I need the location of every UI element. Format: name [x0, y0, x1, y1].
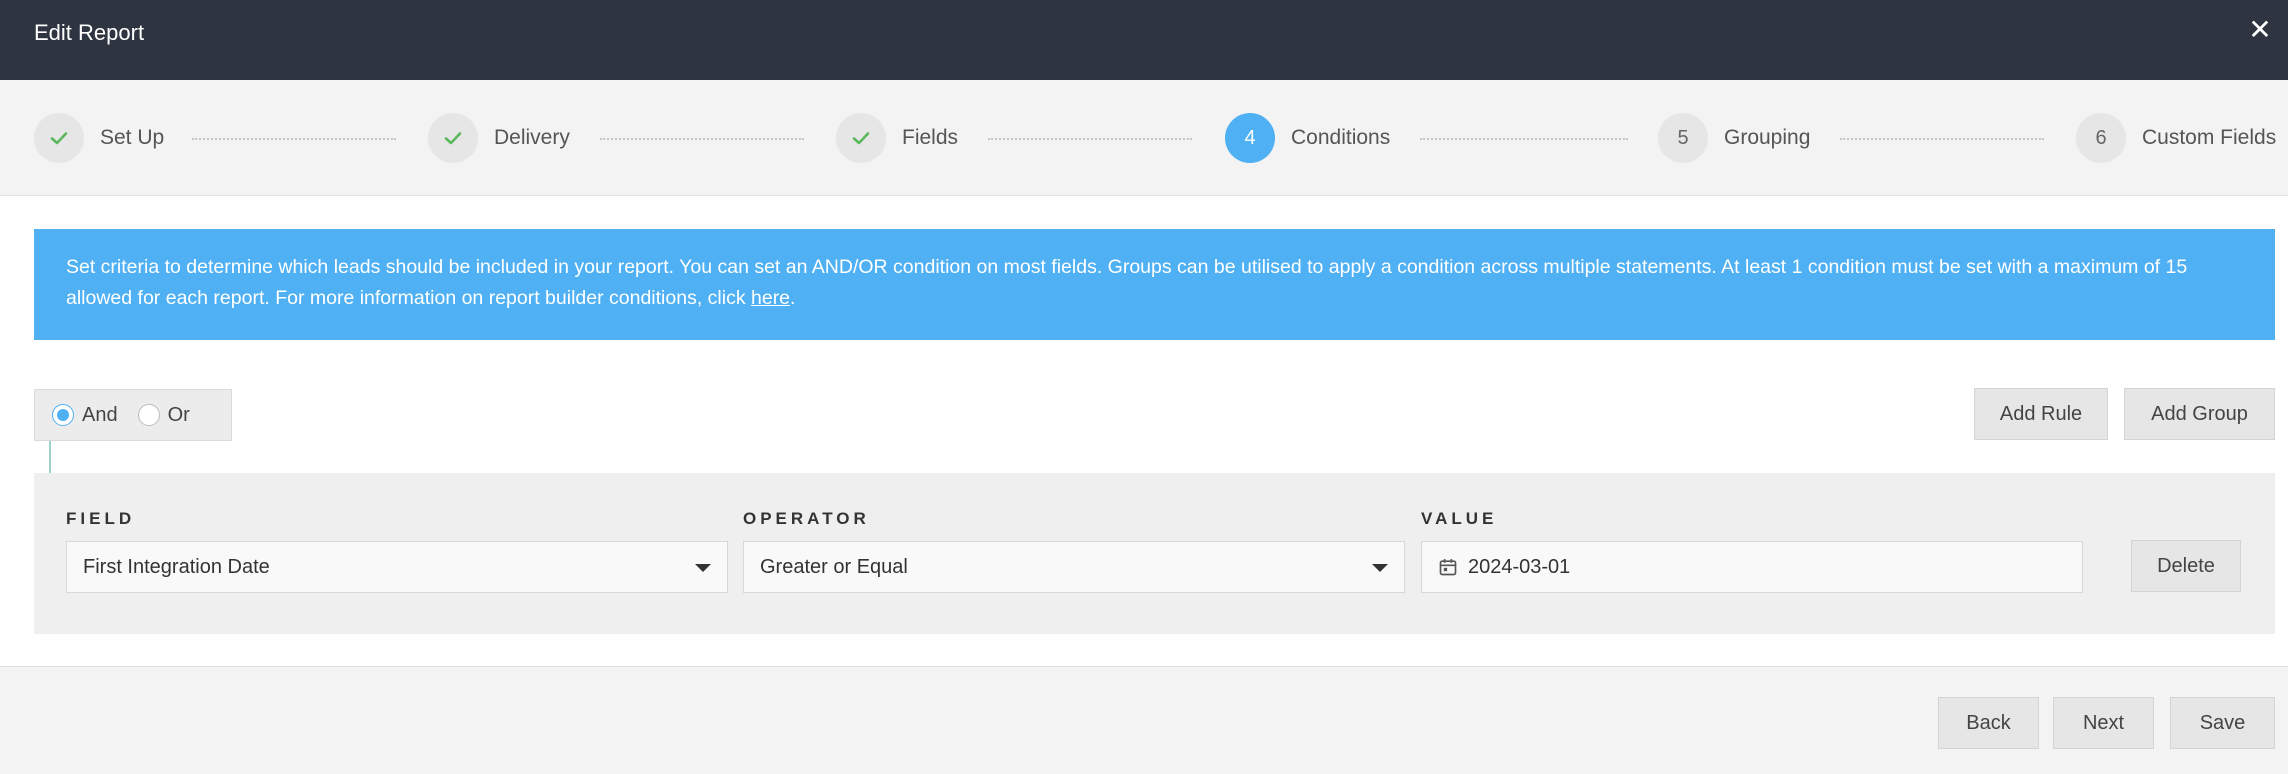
step-custom-fields[interactable]: 6 Custom Fields [2076, 113, 2276, 163]
check-icon [428, 113, 478, 163]
step-label: Fields [902, 126, 959, 149]
edit-report-modal: Edit Report ✕ Set Up Delivery Fields 4 C… [0, 0, 2288, 774]
wizard-stepper: Set Up Delivery Fields 4 Conditions 5 Gr… [0, 80, 2288, 196]
date-input[interactable]: 2024-03-01 [1421, 541, 2083, 593]
and-label: And [82, 403, 118, 426]
step-fields[interactable]: Fields [836, 113, 958, 163]
rule-row: FIELD First Integration Date OPERATOR Gr… [34, 473, 2275, 634]
step-conditions[interactable]: 4 Conditions [1225, 113, 1390, 163]
help-link[interactable]: here [751, 287, 790, 309]
and-or-toggle: And Or [34, 389, 232, 441]
value-label: VALUE [1421, 509, 1498, 528]
step-label: Custom Fields [2142, 126, 2277, 149]
modal-header: Edit Report ✕ [0, 0, 2288, 80]
operator-select[interactable]: Greater or Equal [743, 541, 1405, 593]
field-value: First Integration Date [83, 555, 270, 578]
step-set-up[interactable]: Set Up [34, 113, 164, 163]
step-number: 4 [1225, 113, 1275, 163]
info-text: Set criteria to determine which leads sh… [66, 256, 2188, 309]
calendar-icon [1439, 559, 1457, 576]
step-label: Grouping [1724, 126, 1811, 149]
add-rule-button[interactable]: Add Rule [1974, 388, 2108, 440]
check-icon [34, 113, 84, 163]
and-radio[interactable] [52, 404, 74, 426]
back-button[interactable]: Back [1938, 697, 2039, 749]
close-icon[interactable]: ✕ [2246, 16, 2274, 44]
next-button[interactable]: Next [2053, 697, 2154, 749]
step-connector [192, 138, 396, 140]
save-button[interactable]: Save [2170, 697, 2275, 749]
step-connector [988, 138, 1192, 140]
step-label: Delivery [494, 126, 570, 149]
step-number: 5 [1658, 113, 1708, 163]
operator-value: Greater or Equal [760, 555, 908, 578]
chevron-down-icon [695, 564, 711, 572]
modal-title: Edit Report [34, 20, 145, 45]
step-grouping[interactable]: 5 Grouping [1658, 113, 1810, 163]
step-connector [1840, 138, 2044, 140]
check-icon [836, 113, 886, 163]
or-label: Or [167, 403, 190, 426]
step-delivery[interactable]: Delivery [428, 113, 570, 163]
field-select[interactable]: First Integration Date [66, 541, 728, 593]
info-banner: Set criteria to determine which leads sh… [34, 229, 2275, 340]
operator-label: OPERATOR [743, 509, 870, 528]
step-number: 6 [2076, 113, 2126, 163]
chevron-down-icon [1372, 564, 1388, 572]
value-text: 2024-03-01 [1468, 555, 1571, 578]
step-label: Conditions [1291, 126, 1391, 149]
add-group-button[interactable]: Add Group [2124, 388, 2275, 440]
delete-rule-button[interactable]: Delete [2131, 540, 2241, 592]
info-text-end: . [790, 287, 796, 309]
step-connector [600, 138, 804, 140]
modal-footer: Back Next Save [0, 667, 2288, 774]
step-label: Set Up [100, 126, 165, 149]
step-connector [1420, 138, 1628, 140]
or-radio[interactable] [137, 404, 160, 426]
field-label: FIELD [66, 509, 136, 528]
